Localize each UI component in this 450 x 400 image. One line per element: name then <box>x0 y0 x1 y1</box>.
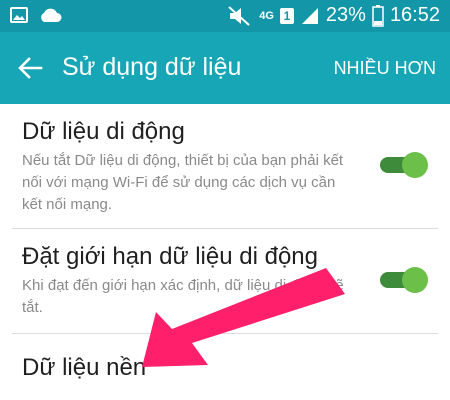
page-title: Sử dụng dữ liệu <box>62 53 242 81</box>
setting-title: Dữ liệu nền <box>22 354 147 381</box>
data-limit-toggle[interactable] <box>380 267 428 293</box>
battery-icon <box>372 4 384 27</box>
signal-icon <box>301 7 318 24</box>
status-bar: 4G 1 23% 16:52 <box>0 0 450 32</box>
mobile-data-toggle[interactable] <box>380 152 428 178</box>
status-right-icons: 4G 1 23% 16:52 <box>227 4 440 27</box>
toggle-thumb <box>402 267 428 293</box>
clock: 16:52 <box>389 4 440 26</box>
setting-description: Khi đạt đến giới hạn xác định, dữ liệu d… <box>22 277 344 316</box>
arrow-left-icon[interactable] <box>16 54 44 82</box>
cloud-icon <box>41 8 62 22</box>
app-bar: Sử dụng dữ liệu NHIỀU HƠN <box>0 32 450 104</box>
setting-background-data[interactable]: Dữ liệu nền <box>0 334 450 400</box>
setting-description: Nếu tắt Dữ liệu di động, thiết bị của bạ… <box>22 152 344 213</box>
more-button[interactable]: NHIỀU HƠN <box>334 58 436 79</box>
setting-mobile-data[interactable]: Dữ liệu di động Nếu tắt Dữ liệu di động,… <box>0 104 450 228</box>
sim-indicator: 1 <box>279 7 294 24</box>
toggle-thumb <box>402 152 428 178</box>
mute-icon <box>228 5 250 26</box>
setting-title: Đặt giới hạn dữ liệu di động <box>22 243 318 270</box>
setting-data-limit[interactable]: Đặt giới hạn dữ liệu di động Khi đạt đến… <box>0 229 450 333</box>
battery-percentage: 23% <box>325 4 366 26</box>
setting-title: Dữ liệu di động <box>22 118 185 145</box>
status-left-icons <box>10 7 62 23</box>
image-icon <box>10 7 28 23</box>
network-type: 4G <box>259 9 274 22</box>
